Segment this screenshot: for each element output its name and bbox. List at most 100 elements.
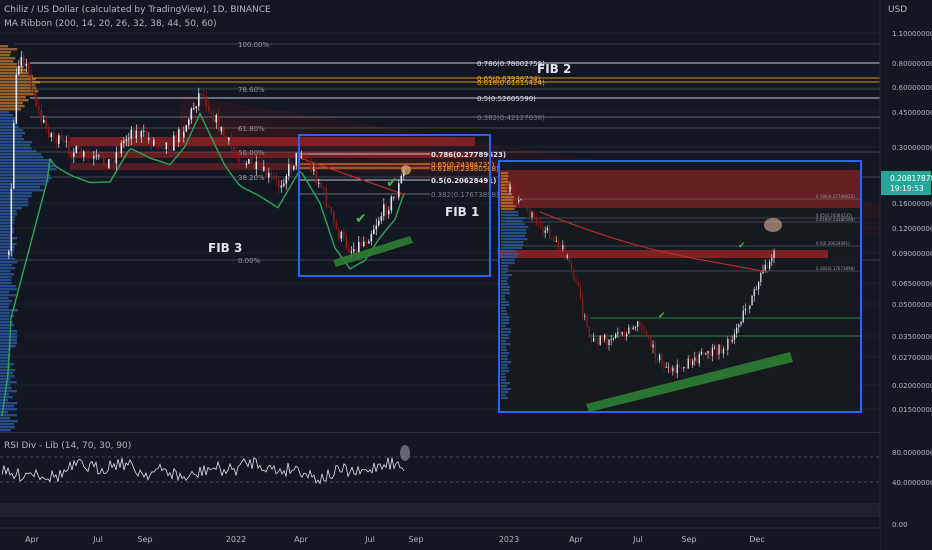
candle-body: [238, 155, 240, 164]
volume-bar: [0, 234, 11, 237]
y-tick-label: 0.12000000: [892, 225, 932, 233]
candle-body: [378, 220, 380, 226]
volume-bar: [0, 144, 31, 147]
inset-candle-body: [744, 308, 747, 311]
candle-body: [278, 179, 280, 188]
candle-body: [150, 138, 153, 146]
candle-body: [190, 108, 193, 120]
inset-candle-body: [604, 334, 606, 340]
volume-bar: [0, 219, 15, 222]
chart-title: Chiliz / US Dollar (calculated by Tradin…: [4, 5, 271, 15]
candle-body: [15, 74, 18, 123]
inset-volume-bar: [501, 271, 507, 274]
volume-bar: [0, 165, 55, 168]
inset-candle-body: [601, 336, 604, 340]
x-tick-label: Jul: [92, 535, 103, 544]
y-tick-label: 0.16000000: [892, 200, 932, 208]
volume-bar: [0, 405, 15, 408]
candle-body: [90, 157, 93, 159]
inset-candle-body: [595, 338, 597, 340]
candle-body: [385, 204, 388, 215]
volume-bar: [0, 294, 17, 297]
volume-bar: [0, 342, 18, 345]
volume-bar: [0, 216, 15, 219]
inset-candle-body: [758, 282, 760, 290]
candle-body: [8, 251, 10, 255]
inset-volume-bar: [501, 382, 510, 385]
x-tick-label: 2022: [226, 535, 246, 544]
candle-body: [213, 114, 215, 123]
inset-candle-body: [769, 261, 771, 269]
volume-bar: [0, 201, 29, 204]
volume-bar: [0, 396, 13, 399]
inset-candle-body: [509, 185, 511, 192]
inset-volume-bar: [501, 280, 507, 283]
y-tick-label: 0.30000000: [892, 144, 932, 152]
candle-body: [68, 141, 70, 155]
inset-red-zone: [500, 170, 860, 208]
inset-volume-bar: [501, 235, 526, 238]
candle-body: [345, 236, 348, 248]
candle-body: [253, 163, 255, 170]
inset-volume-bar: [501, 205, 517, 208]
price-chart[interactable]: 100.00%78.60%61.80%50.00%38.20%0.00%0.78…: [0, 0, 932, 550]
inset-volume-bar: [501, 226, 529, 229]
inset-volume-bar: [501, 220, 523, 223]
candle-body: [358, 242, 360, 254]
time-axis-background: [0, 528, 880, 550]
candle-body: [138, 130, 140, 138]
inset-candle-body: [740, 321, 742, 325]
inset-candle-body: [751, 296, 753, 306]
candle-body: [38, 106, 40, 110]
candle-body: [230, 137, 233, 147]
volume-bar: [0, 288, 17, 291]
candle-body: [330, 206, 333, 212]
volume-bar: [0, 123, 18, 126]
x-tick-label: 2023: [499, 535, 519, 544]
inset-candle-body: [648, 335, 650, 337]
inset-volume-bar: [501, 274, 512, 277]
inset-candle-body: [696, 357, 698, 364]
volume-bar: [0, 147, 32, 150]
candle-body: [258, 161, 260, 164]
fib3-annotation: FIB 3: [208, 241, 242, 255]
candle-body: [40, 109, 43, 123]
volume-bar: [0, 102, 23, 105]
volume-bar: [0, 69, 27, 72]
volume-bar: [0, 261, 18, 264]
candle-body: [313, 169, 315, 172]
inset-candle-body: [562, 244, 564, 250]
volume-bar: [0, 282, 12, 285]
candle-body: [218, 115, 220, 132]
volume-bar: [0, 54, 11, 57]
inset-candle-body: [736, 327, 738, 334]
inset-volume-bar: [501, 256, 518, 259]
inset-volume-bar: [501, 316, 510, 319]
candle-body: [263, 166, 265, 171]
price-axis: 1.10000000 0.80000000 0.60000000 0.45000000…: [879, 0, 932, 550]
inset-candle-body: [656, 358, 659, 361]
volume-bar: [0, 60, 14, 63]
candle-body: [398, 183, 400, 198]
inset-candle-body: [681, 367, 683, 369]
candle-body: [200, 93, 203, 96]
inset-candle-body: [573, 269, 575, 280]
inset-candle-body: [738, 324, 740, 328]
candle-body: [335, 222, 338, 230]
candle-body: [380, 216, 383, 221]
inset-volume-bar: [501, 361, 511, 364]
candle-body: [353, 249, 355, 252]
inset-candle-body: [705, 353, 707, 355]
time-axis: Apr Jul Sep 2022 Apr Jul Sep 2023 Apr Jul Sep Dec: [0, 527, 880, 550]
inset-candle-body: [747, 308, 749, 310]
volume-bar: [0, 66, 24, 69]
inset-candle-body: [766, 264, 769, 269]
inset-candle-body: [617, 332, 619, 335]
inset-candle-body: [665, 367, 667, 368]
inset-candle-body: [621, 331, 623, 335]
check-icon: ✔: [355, 211, 367, 227]
volume-bar: [0, 249, 15, 252]
volume-bar: [0, 210, 17, 213]
inset-candle-body: [670, 366, 672, 372]
rsi-tick-label: 40.00000000: [892, 479, 932, 487]
